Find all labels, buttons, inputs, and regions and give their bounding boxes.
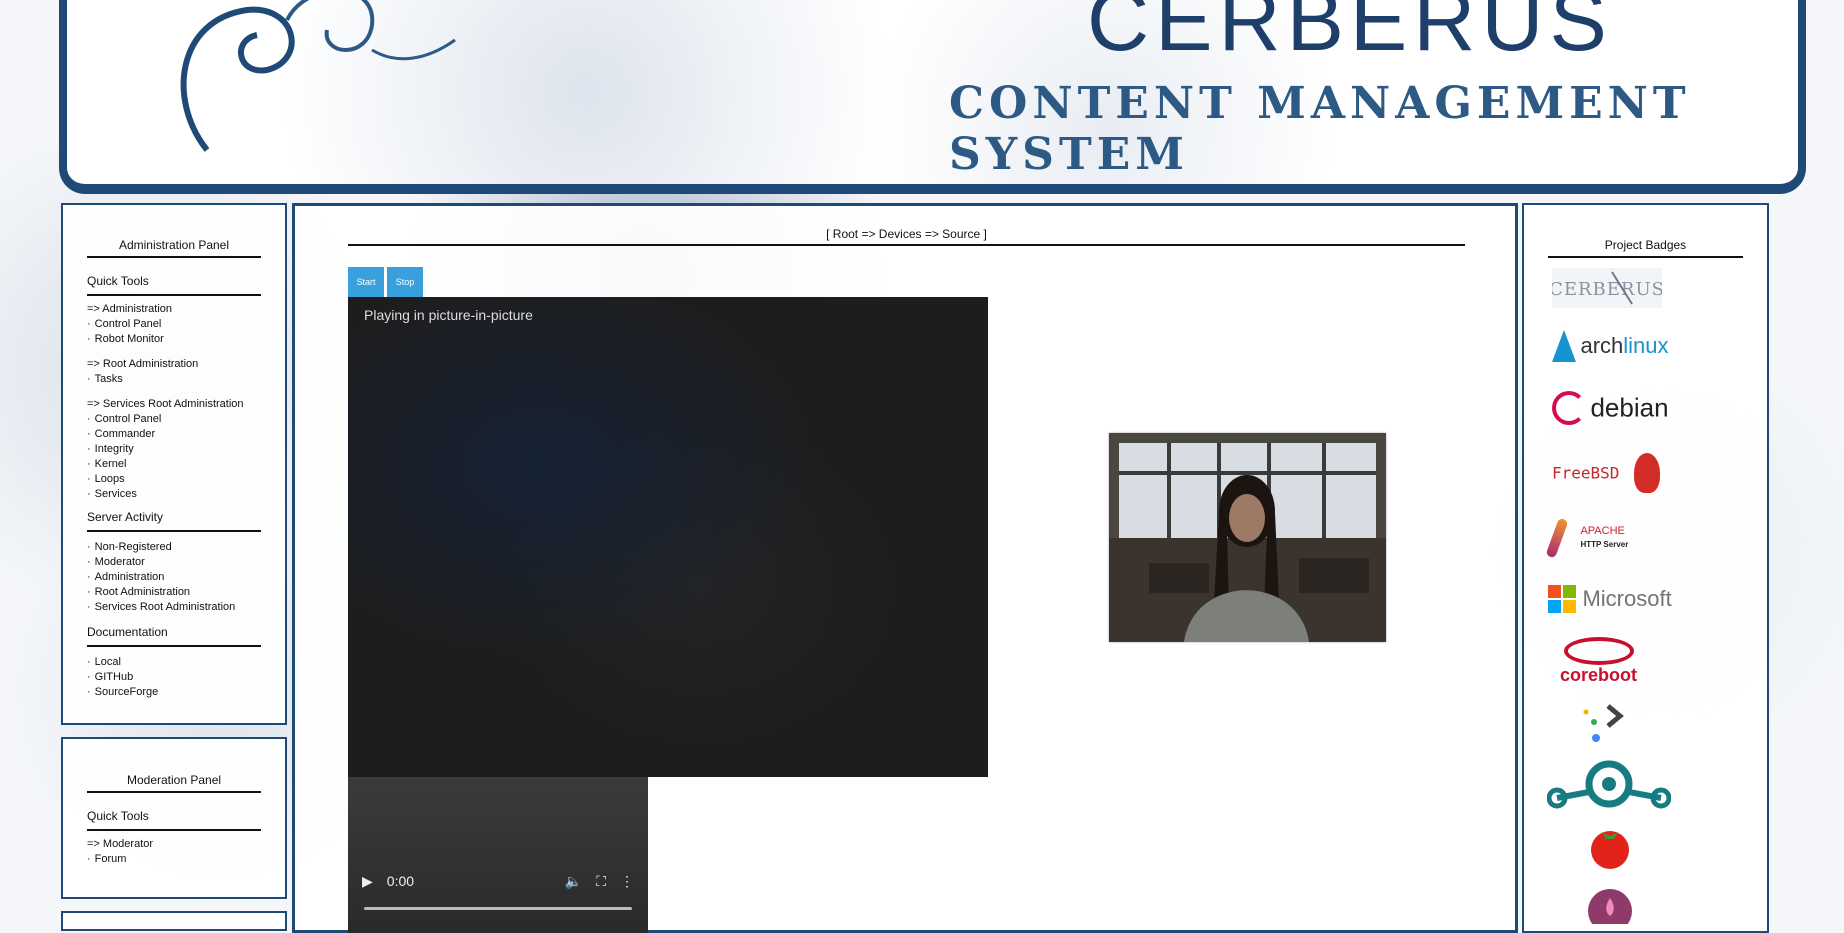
webcam-image-icon bbox=[1109, 433, 1386, 642]
menu-item-integrity[interactable]: Integrity bbox=[87, 442, 261, 457]
beastie-icon bbox=[1633, 453, 1660, 493]
apache-badge[interactable]: APACHE HTTP Server bbox=[1545, 517, 1628, 559]
banner-title: CERBERUS bbox=[1087, 0, 1613, 69]
menu-item-tasks[interactable]: Tasks bbox=[87, 372, 261, 387]
microsoft-logo-icon bbox=[1548, 585, 1576, 613]
cerberus-badge[interactable]: CERBERUS bbox=[1549, 268, 1664, 308]
volume-icon[interactable]: 🔈 bbox=[565, 873, 582, 890]
swirl-logo-icon bbox=[180, 0, 456, 152]
menu-item-control-panel[interactable]: Control Panel bbox=[87, 317, 261, 332]
panel-title: Project Badges bbox=[1548, 238, 1743, 258]
section-title-server-activity: Server Activity bbox=[87, 510, 261, 532]
activity-item-root-administration[interactable]: Root Administration bbox=[87, 585, 261, 600]
banner-subtitle: CONTENT MANAGEMENT SYSTEM bbox=[949, 78, 1691, 180]
menu-item-loops[interactable]: Loops bbox=[87, 472, 261, 487]
header-banner: CERBERUS CONTENT MANAGEMENT SYSTEM bbox=[59, 0, 1806, 194]
menu-item-services[interactable]: Services bbox=[87, 487, 261, 502]
start-button[interactable]: Start bbox=[348, 267, 384, 297]
panel-title: Administration Panel bbox=[87, 238, 261, 258]
lineageos-icon bbox=[1546, 760, 1672, 809]
video-player[interactable]: Playing in picture-in-picture bbox=[348, 297, 988, 777]
debian-badge[interactable]: debian bbox=[1552, 391, 1669, 425]
svg-text:CERBERUS: CERBERUS bbox=[1552, 279, 1662, 300]
menu-item-control-panel-2[interactable]: Control Panel bbox=[87, 412, 261, 427]
tomato-badge[interactable] bbox=[1587, 824, 1633, 875]
microsoft-badge[interactable]: Microsoft bbox=[1548, 585, 1672, 613]
breadcrumb: [ Root => Devices => Source ] bbox=[348, 227, 1465, 246]
moderation-panel: Moderation Panel Quick Tools => Moderato… bbox=[61, 737, 287, 899]
menu-item-kernel[interactable]: Kernel bbox=[87, 457, 261, 472]
lotus-badge[interactable] bbox=[1587, 888, 1633, 933]
freebsd-badge[interactable]: FreeBSD bbox=[1552, 453, 1660, 493]
pip-status-text: Playing in picture-in-picture bbox=[364, 307, 533, 323]
main-content: [ Root => Devices => Source ] Start Stop… bbox=[292, 203, 1518, 933]
activity-item-administration[interactable]: Administration bbox=[87, 570, 261, 585]
more-options-icon[interactable]: ⋮ bbox=[620, 873, 634, 890]
section-title-quick-tools: Quick Tools bbox=[87, 809, 261, 831]
fullscreen-icon[interactable]: ⛶ bbox=[596, 873, 606, 890]
stop-button[interactable]: Stop bbox=[387, 267, 423, 297]
doc-item-sourceforge[interactable]: SourceForge bbox=[87, 685, 261, 700]
section-title-documentation: Documentation bbox=[87, 625, 261, 647]
section-title-quick-tools: Quick Tools bbox=[87, 274, 261, 296]
activity-item-non-registered[interactable]: Non-Registered bbox=[87, 540, 261, 555]
activity-item-moderator[interactable]: Moderator bbox=[87, 555, 261, 570]
moderator-head-link[interactable]: => Moderator bbox=[87, 837, 261, 852]
webcam-snapshot bbox=[1109, 433, 1386, 642]
seek-bar[interactable] bbox=[364, 907, 632, 910]
menu-item-commander[interactable]: Commander bbox=[87, 427, 261, 442]
project-badges-panel: Project Badges CERBERUS archlinux debian… bbox=[1522, 203, 1769, 933]
third-panel bbox=[61, 911, 287, 931]
time-display: 0:00 bbox=[386, 873, 415, 889]
apache-feather-icon bbox=[1545, 517, 1569, 559]
activity-item-services-root-administration[interactable]: Services Root Administration bbox=[87, 600, 261, 615]
administration-panel: Administration Panel Quick Tools => Admi… bbox=[61, 203, 287, 725]
menu-item-forum[interactable]: Forum bbox=[87, 852, 261, 867]
video-controls[interactable]: ▶ 0:00 🔈 ⛶ ⋮ bbox=[348, 777, 648, 933]
debian-swirl-icon bbox=[1552, 391, 1586, 425]
lineage-badge[interactable] bbox=[1546, 760, 1672, 817]
play-icon[interactable]: ▶ bbox=[362, 873, 373, 890]
tomato-icon bbox=[1591, 831, 1629, 869]
doc-item-local[interactable]: Local bbox=[87, 655, 261, 670]
dots-chevron-badge[interactable] bbox=[1580, 702, 1630, 751]
root-admin-head-link[interactable]: => Root Administration bbox=[87, 357, 261, 372]
services-root-admin-head-link[interactable]: => Services Root Administration bbox=[87, 397, 261, 412]
coreboot-badge[interactable]: coreboot bbox=[1560, 637, 1637, 686]
archlinux-badge[interactable]: archlinux bbox=[1552, 330, 1669, 362]
dots-chevron-icon bbox=[1583, 704, 1624, 742]
doc-item-github[interactable]: GITHub bbox=[87, 670, 261, 685]
arch-icon bbox=[1552, 330, 1576, 362]
menu-item-robot-monitor[interactable]: Robot Monitor bbox=[87, 332, 261, 347]
admin-head-link[interactable]: => Administration bbox=[87, 302, 261, 317]
coreboot-rabbit-icon bbox=[1563, 637, 1634, 665]
panel-title: Moderation Panel bbox=[87, 773, 261, 793]
